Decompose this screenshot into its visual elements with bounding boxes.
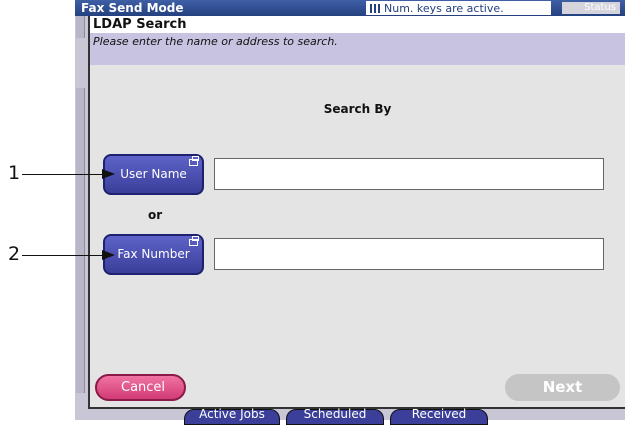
tab-active-jobs[interactable]: Active Jobs <box>184 408 280 425</box>
user-name-button-label: User Name <box>120 167 187 181</box>
background-strip <box>76 16 85 38</box>
callout-arrow-head <box>102 169 115 179</box>
dialog-header: LDAP Search Please enter the name or add… <box>90 16 625 65</box>
or-label: or <box>148 208 163 222</box>
search-by-heading: Search By <box>323 102 392 116</box>
window-icon <box>189 236 199 246</box>
callout-arrow-line <box>22 174 104 175</box>
bottom-tab-bar: Active Jobs Scheduled Received <box>178 408 498 425</box>
user-name-button[interactable]: User Name <box>103 154 204 195</box>
next-button[interactable]: Next <box>505 374 620 401</box>
background-strip <box>76 88 85 393</box>
title-bar: Fax Send Mode Num. keys are active. Stat… <box>75 0 625 16</box>
num-keys-text: Num. keys are active. <box>384 1 504 15</box>
fax-number-button[interactable]: Fax Number <box>103 234 204 275</box>
callout-number: 1 <box>8 162 21 184</box>
dialog-instructions: Please enter the name or address to sear… <box>93 35 338 48</box>
tab-scheduled[interactable]: Scheduled <box>286 408 384 425</box>
callout-arrow-head <box>102 250 115 260</box>
fax-number-button-label: Fax Number <box>117 247 190 261</box>
ldap-search-dialog: LDAP Search Please enter the name or add… <box>88 16 625 409</box>
fax-number-field[interactable] <box>214 238 604 270</box>
user-name-field[interactable] <box>214 158 604 190</box>
keypad-grid-icon <box>370 3 381 13</box>
cancel-button[interactable]: Cancel <box>95 374 186 401</box>
status-button[interactable]: Status <box>562 2 620 14</box>
num-keys-indicator: Num. keys are active. <box>366 1 551 15</box>
dialog-title: LDAP Search <box>90 16 625 33</box>
tab-received[interactable]: Received <box>390 408 488 425</box>
callout-arrow-line <box>22 255 104 256</box>
window-icon <box>189 156 199 166</box>
callout-number: 2 <box>8 243 21 265</box>
